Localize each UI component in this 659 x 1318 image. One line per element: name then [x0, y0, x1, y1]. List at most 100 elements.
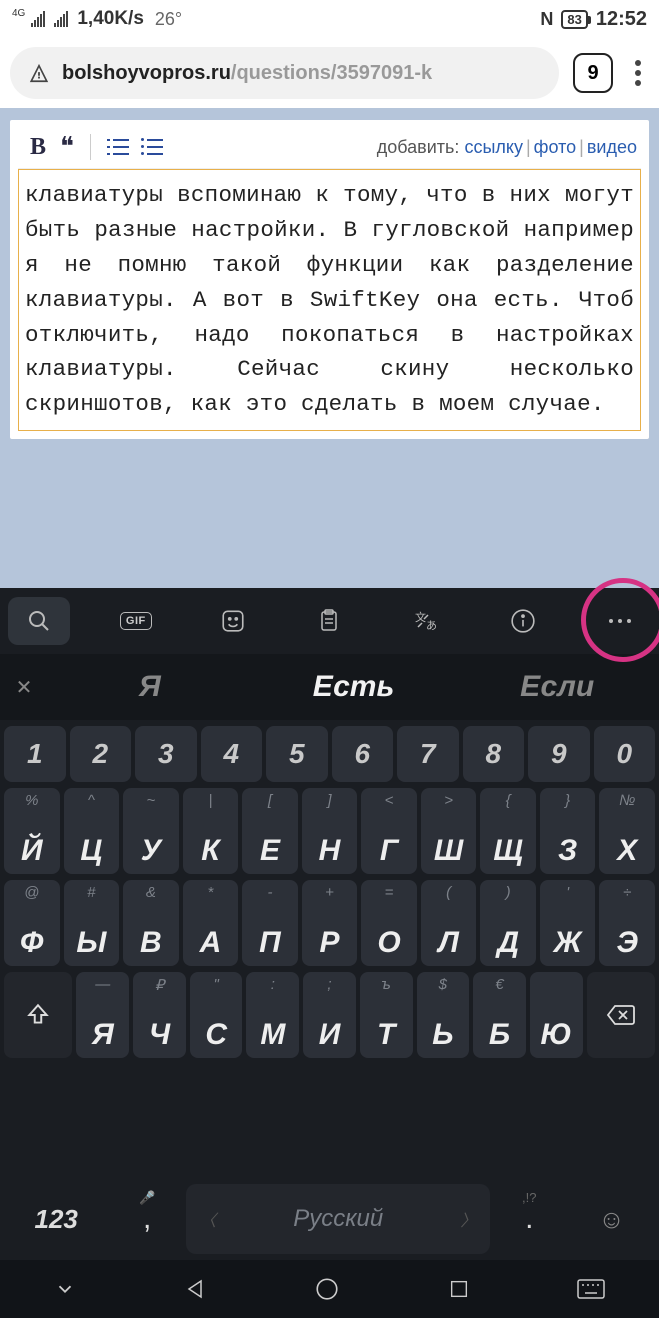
add-label: добавить: ссылку|фото|видео — [377, 137, 637, 158]
network-type: 4G — [12, 8, 25, 19]
key-Ь[interactable]: $Ь — [417, 972, 470, 1058]
key-И[interactable]: ;И — [303, 972, 356, 1058]
key-shift[interactable] — [4, 972, 72, 1058]
suggestion-3[interactable]: Если — [455, 670, 659, 704]
suggestion-close[interactable]: ✕ — [0, 675, 48, 700]
suggestion-2[interactable]: Есть — [252, 670, 456, 704]
punct-hint: ,!? — [522, 1190, 536, 1205]
key-Н[interactable]: ]Н — [302, 788, 358, 874]
key-space[interactable]: 〈 Русский 〉 — [186, 1184, 490, 1254]
separator — [90, 134, 91, 160]
key-Ю[interactable]: Ю — [530, 972, 583, 1058]
shift-icon — [25, 1002, 51, 1028]
more-icon — [607, 617, 633, 625]
kbd-search-button[interactable] — [8, 597, 70, 645]
nfc-icon: N — [540, 9, 553, 30]
key-Б[interactable]: €Б — [473, 972, 526, 1058]
key-Ж[interactable]: 'Ж — [540, 880, 596, 966]
nav-back[interactable] — [183, 1277, 207, 1301]
key-Я[interactable]: —Я — [76, 972, 129, 1058]
signal-bars-1-icon — [31, 12, 45, 27]
key-mode-123[interactable]: 123 — [4, 1184, 108, 1254]
kbd-more-button[interactable] — [589, 597, 651, 645]
browser-toolbar: bolshoyvopros.ru/questions/3597091-k 9 — [0, 38, 659, 108]
key-Щ[interactable]: {Щ — [480, 788, 536, 874]
key-Г[interactable]: <Г — [361, 788, 417, 874]
status-bar: 4G 1,40K/s 26° N 83 12:52 — [0, 0, 659, 38]
chevron-left-icon: 〈 — [200, 1207, 216, 1231]
tabs-button[interactable]: 9 — [573, 53, 613, 93]
kbd-translate-button[interactable]: 文あ — [395, 597, 457, 645]
key-5[interactable]: 5 — [266, 726, 328, 782]
key-А[interactable]: *А — [183, 880, 239, 966]
battery-indicator: 83 — [561, 10, 587, 29]
key-С[interactable]: "С — [190, 972, 243, 1058]
add-link[interactable]: ссылку — [464, 137, 523, 157]
key-3[interactable]: 3 — [135, 726, 197, 782]
key-4[interactable]: 4 — [201, 726, 263, 782]
key-Т[interactable]: ъТ — [360, 972, 413, 1058]
insecure-icon — [28, 62, 50, 84]
clock: 12:52 — [596, 8, 647, 31]
key-Р[interactable]: +Р — [302, 880, 358, 966]
key-Ш[interactable]: >Ш — [421, 788, 477, 874]
key-backspace[interactable] — [587, 972, 655, 1058]
url-bar[interactable]: bolshoyvopros.ru/questions/3597091-k — [10, 47, 559, 99]
suggestion-1[interactable]: Я — [48, 670, 252, 704]
url-host: bolshoyvopros.ru — [62, 62, 231, 84]
keyboard: GIF 文あ ✕ Я Есть Если 1234567890 %Й^Ц~У|К… — [0, 588, 659, 1318]
editor-toolbar: B ❝ добавить: ссылку|фото|видео — [18, 126, 641, 169]
add-photo[interactable]: фото — [534, 137, 576, 157]
key-Х[interactable]: №Х — [599, 788, 655, 874]
key-О[interactable]: =О — [361, 880, 417, 966]
key-В[interactable]: &В — [123, 880, 179, 966]
key-6[interactable]: 6 — [332, 726, 394, 782]
key-2[interactable]: 2 — [70, 726, 132, 782]
key-П[interactable]: -П — [242, 880, 298, 966]
unordered-list-button[interactable] — [141, 137, 163, 157]
add-video[interactable]: видео — [587, 137, 637, 157]
key-Л[interactable]: (Л — [421, 880, 477, 966]
key-9[interactable]: 9 — [528, 726, 590, 782]
key-К[interactable]: |К — [183, 788, 239, 874]
kbd-gif-button[interactable]: GIF — [105, 597, 167, 645]
key-Ч[interactable]: ₽Ч — [133, 972, 186, 1058]
key-З[interactable]: }З — [540, 788, 596, 874]
editor-textarea[interactable]: клавиатуры вспоминаю к тому, что в них м… — [18, 169, 641, 431]
key-Е[interactable]: [Е — [242, 788, 298, 874]
key-Ц[interactable]: ^Ц — [64, 788, 120, 874]
browser-menu-button[interactable] — [627, 52, 649, 94]
quote-button[interactable]: ❝ — [54, 132, 80, 162]
nav-home[interactable] — [314, 1276, 340, 1302]
kbd-clipboard-button[interactable] — [298, 597, 360, 645]
key-Э[interactable]: ÷Э — [599, 880, 655, 966]
info-icon — [510, 608, 536, 634]
emoji-icon: ☺ — [598, 1204, 625, 1235]
key-0[interactable]: 0 — [594, 726, 656, 782]
sticker-icon — [220, 608, 246, 634]
nav-recent[interactable] — [448, 1278, 470, 1300]
key-8[interactable]: 8 — [463, 726, 525, 782]
key-Д[interactable]: )Д — [480, 880, 536, 966]
nav-hide-keyboard[interactable] — [54, 1278, 76, 1300]
key-7[interactable]: 7 — [397, 726, 459, 782]
key-Ы[interactable]: #Ы — [64, 880, 120, 966]
ordered-list-button[interactable] — [107, 137, 129, 157]
translate-icon: 文あ — [412, 608, 440, 634]
key-М[interactable]: :М — [246, 972, 299, 1058]
key-У[interactable]: ~У — [123, 788, 179, 874]
chevron-right-icon: 〉 — [460, 1207, 476, 1231]
bold-button[interactable]: B — [22, 134, 54, 161]
nav-keyboard-switch[interactable] — [577, 1279, 605, 1299]
key-Ф[interactable]: @Ф — [4, 880, 60, 966]
key-period[interactable]: ,!?. — [494, 1184, 564, 1254]
key-Й[interactable]: %Й — [4, 788, 60, 874]
key-emoji[interactable]: ☺ — [568, 1184, 655, 1254]
kbd-info-button[interactable] — [492, 597, 554, 645]
key-1[interactable]: 1 — [4, 726, 66, 782]
url-path: /questions/3597091-k — [231, 62, 432, 84]
key-comma[interactable]: 🎤, — [112, 1184, 182, 1254]
signal-bars-2-icon — [54, 12, 68, 27]
kbd-sticker-button[interactable] — [202, 597, 264, 645]
page-content: B ❝ добавить: ссылку|фото|видео клавиату… — [0, 108, 659, 588]
